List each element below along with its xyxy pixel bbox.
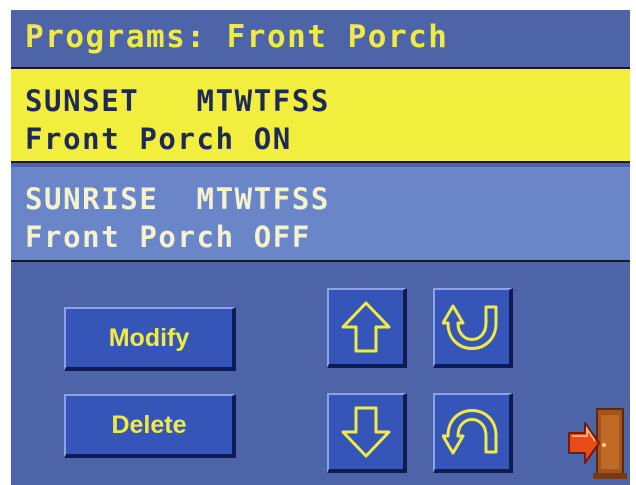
program-days: MTWTFSS xyxy=(196,84,330,118)
arrow-up-icon xyxy=(341,301,391,353)
scroll-top-icon xyxy=(442,304,498,350)
program-trigger: SUNRISE xyxy=(25,182,159,216)
program-trigger-days: SUNSET MTWTFSS xyxy=(25,87,330,116)
delete-button[interactable]: Delete xyxy=(64,394,236,458)
scroll-top-button[interactable] xyxy=(433,288,513,368)
program-days: MTWTFSS xyxy=(196,182,330,216)
scroll-up-button[interactable] xyxy=(327,288,407,368)
modify-button[interactable]: Modify xyxy=(64,307,236,371)
arrow-down-icon xyxy=(341,406,391,458)
scroll-down-button[interactable] xyxy=(327,393,407,473)
page-title: Programs: Front Porch xyxy=(25,19,449,55)
program-action: Front Porch ON xyxy=(25,122,292,156)
program-trigger: SUNSET xyxy=(25,84,140,118)
program-row-sunset[interactable]: SUNSET MTWTFSS Front Porch ON xyxy=(11,67,630,163)
program-action: Front Porch OFF xyxy=(25,220,311,254)
program-row-sunrise[interactable]: SUNRISE MTWTFSS Front Porch OFF xyxy=(11,167,630,262)
scroll-bottom-button[interactable] xyxy=(433,393,513,473)
screen: Programs: Front Porch SUNSET MTWTFSS Fro… xyxy=(0,0,636,485)
exit-door-icon xyxy=(568,408,627,479)
exit-button[interactable] xyxy=(567,405,627,480)
scroll-bottom-icon xyxy=(442,409,498,455)
program-trigger-days: SUNRISE MTWTFSS xyxy=(25,185,330,214)
